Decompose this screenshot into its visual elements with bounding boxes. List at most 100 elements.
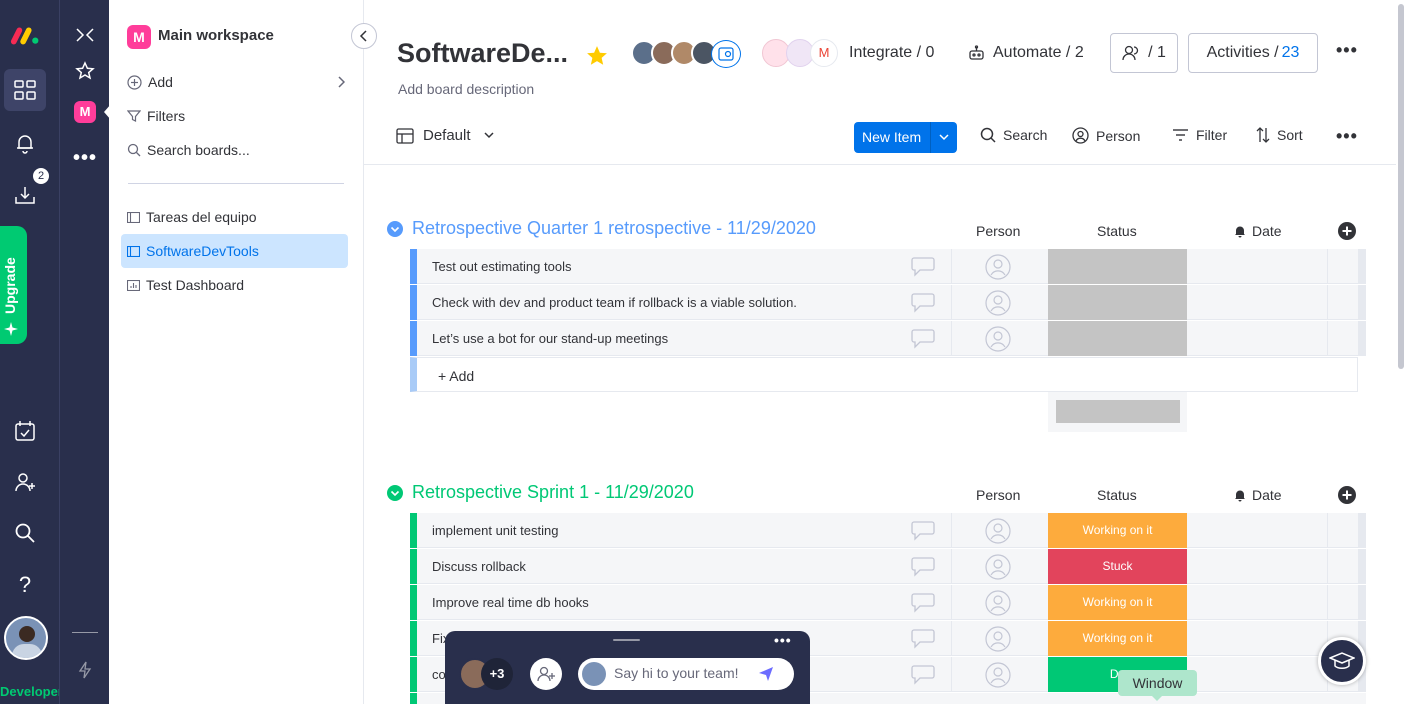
table-row[interactable]: Discuss rollback Stuck xyxy=(410,549,1366,584)
board-members-icon[interactable] xyxy=(711,40,741,68)
column-header-person[interactable]: Person xyxy=(976,223,1020,239)
add-column-icon[interactable] xyxy=(1338,222,1356,240)
status-cell[interactable] xyxy=(1048,285,1187,320)
add-menu-item[interactable]: Add xyxy=(127,74,345,90)
upgrade-button[interactable]: Upgrade xyxy=(0,226,27,344)
table-row[interactable]: implement unit testing Working on it xyxy=(410,513,1366,548)
person-filter-button[interactable]: Person xyxy=(1072,127,1140,144)
sort-button[interactable]: Sort xyxy=(1256,127,1303,143)
table-row[interactable]: Let’s use a bot for our stand-up meeting… xyxy=(410,321,1366,356)
table-row[interactable]: Improve real time db hooks Working on it xyxy=(410,585,1366,620)
activities-button[interactable]: Activities / 23 xyxy=(1188,33,1318,73)
table-row[interactable]: Test out estimating tools xyxy=(410,249,1366,284)
user-avatar[interactable] xyxy=(4,616,48,660)
send-icon[interactable] xyxy=(758,666,774,682)
add-item-row[interactable]: + Add xyxy=(410,357,1358,392)
team-chat-widget[interactable]: ••• +3 Say hi to your team! xyxy=(445,631,810,704)
status-cell[interactable] xyxy=(1048,321,1187,356)
status-cell[interactable]: Stuck xyxy=(1048,549,1187,584)
item-name[interactable]: Check with dev and product team if rollb… xyxy=(432,295,797,310)
board-title[interactable]: SoftwareDe... xyxy=(397,38,568,69)
drag-handle[interactable] xyxy=(613,639,640,641)
comment-bubble-icon[interactable] xyxy=(910,291,936,313)
new-item-button[interactable]: New Item xyxy=(854,122,957,153)
board-more-menu-icon[interactable]: ••• xyxy=(1336,40,1358,61)
column-header-date[interactable]: Date xyxy=(1234,223,1282,239)
group-header[interactable]: Retrospective Sprint 1 - 11/29/2020 xyxy=(387,482,694,503)
person-placeholder-icon[interactable] xyxy=(985,290,1011,316)
toolbar-divider xyxy=(364,164,1396,165)
status-cell[interactable]: Working on it xyxy=(1048,621,1187,656)
scrollbar-thumb[interactable] xyxy=(1398,4,1404,369)
item-name[interactable]: Discuss rollback xyxy=(432,559,526,574)
automate-button[interactable]: Automate / 2 xyxy=(968,44,1084,62)
invite-members-button[interactable]: / 1 xyxy=(1110,33,1178,73)
collapse-expand-icon[interactable] xyxy=(70,20,100,50)
person-placeholder-icon[interactable] xyxy=(985,518,1011,544)
search-boards-item[interactable]: Search boards... xyxy=(127,142,250,158)
chat-more-icon[interactable]: ••• xyxy=(774,632,792,648)
item-name[interactable]: Improve real time db hooks xyxy=(432,595,589,610)
learning-center-button[interactable] xyxy=(1318,637,1366,685)
search-button[interactable]: Search xyxy=(980,127,1047,143)
chevron-down-icon[interactable] xyxy=(939,134,949,141)
board-item-softwaredevtools[interactable]: SoftwareDevTools xyxy=(127,243,259,259)
add-teammate-button[interactable] xyxy=(530,658,562,690)
person-placeholder-icon[interactable] xyxy=(985,554,1011,580)
comment-bubble-icon[interactable] xyxy=(910,327,936,349)
comment-bubble-icon[interactable] xyxy=(910,627,936,649)
item-name[interactable]: Test out estimating tools xyxy=(432,259,571,274)
add-column-icon[interactable] xyxy=(1338,486,1356,504)
item-name[interactable]: Let’s use a bot for our stand-up meeting… xyxy=(432,331,668,346)
favorites-star-icon[interactable] xyxy=(70,56,100,86)
inbox-download-icon[interactable] xyxy=(10,180,40,210)
status-cell[interactable]: Working on it xyxy=(1048,513,1187,548)
status-cell[interactable]: Working on it xyxy=(1048,585,1187,620)
group-header[interactable]: Retrospective Quarter 1 retrospective - … xyxy=(387,218,816,239)
invite-members-icon[interactable] xyxy=(10,467,40,497)
group-collapse-icon[interactable] xyxy=(387,484,403,501)
status-cell[interactable] xyxy=(1048,249,1187,284)
board-description[interactable]: Add board description xyxy=(398,81,534,97)
person-placeholder-icon[interactable] xyxy=(985,326,1011,352)
filter-button[interactable]: Filter xyxy=(1172,127,1227,143)
filters-menu-item[interactable]: Filters xyxy=(127,108,185,124)
integration-icon-gmail[interactable]: M xyxy=(810,39,838,67)
notifications-bell-icon[interactable] xyxy=(10,128,40,158)
column-header-person[interactable]: Person xyxy=(976,487,1020,503)
column-header-status[interactable]: Status xyxy=(1097,487,1137,503)
integrate-button[interactable]: Integrate / 0 xyxy=(849,44,934,62)
item-name[interactable]: implement unit testing xyxy=(432,523,558,538)
group-collapse-icon[interactable] xyxy=(387,220,403,237)
item-name[interactable]: co xyxy=(432,667,446,682)
extra-members-count[interactable]: +3 xyxy=(481,658,513,690)
toolbar-more-icon[interactable]: ••• xyxy=(1336,126,1358,147)
view-selector[interactable]: Default xyxy=(396,127,494,144)
person-placeholder-icon[interactable] xyxy=(985,254,1011,280)
board-item-tareas[interactable]: Tareas del equipo xyxy=(127,209,257,225)
chat-input[interactable]: Say hi to your team! xyxy=(578,658,794,690)
board-item-test-dashboard[interactable]: Test Dashboard xyxy=(127,277,244,293)
search-icon[interactable] xyxy=(10,518,40,548)
lightning-icon[interactable] xyxy=(70,655,100,685)
workspace-avatar-small[interactable]: M xyxy=(74,101,96,123)
table-row[interactable]: Check with dev and product team if rollb… xyxy=(410,285,1366,320)
column-header-date[interactable]: Date xyxy=(1234,487,1282,503)
favorite-star-icon[interactable] xyxy=(586,45,608,67)
workspace-avatar[interactable]: M xyxy=(127,25,151,49)
more-dots-icon[interactable]: ••• xyxy=(70,143,100,173)
column-header-status[interactable]: Status xyxy=(1097,223,1137,239)
person-placeholder-icon[interactable] xyxy=(985,626,1011,652)
person-placeholder-icon[interactable] xyxy=(985,662,1011,688)
monday-logo[interactable] xyxy=(10,20,40,50)
my-work-icon[interactable] xyxy=(10,416,40,446)
comment-bubble-icon[interactable] xyxy=(910,663,936,685)
workspace-name[interactable]: Main workspace xyxy=(158,27,274,44)
help-question-icon[interactable]: ? xyxy=(10,570,40,600)
comment-bubble-icon[interactable] xyxy=(910,255,936,277)
comment-bubble-icon[interactable] xyxy=(910,555,936,577)
person-placeholder-icon[interactable] xyxy=(985,590,1011,616)
workspaces-icon[interactable] xyxy=(4,69,46,111)
comment-bubble-icon[interactable] xyxy=(910,591,936,613)
comment-bubble-icon[interactable] xyxy=(910,519,936,541)
